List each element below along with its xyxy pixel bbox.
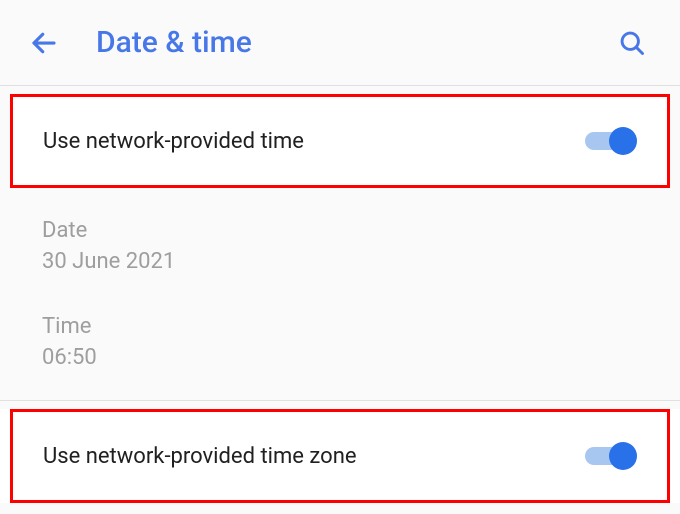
toggle-thumb <box>609 442 637 470</box>
network-time-label: Use network-provided time <box>43 129 304 154</box>
time-section: Time 06:50 <box>0 284 680 380</box>
time-value: 06:50 <box>42 345 650 370</box>
search-icon[interactable] <box>612 23 652 63</box>
toggle-thumb <box>609 127 637 155</box>
network-timezone-label: Use network-provided time zone <box>43 444 357 469</box>
back-icon[interactable] <box>24 23 64 63</box>
network-timezone-toggle[interactable] <box>585 442 637 470</box>
date-label: Date <box>42 218 650 243</box>
content-area: Use network-provided time Date 30 June 2… <box>0 94 680 503</box>
date-section: Date 30 June 2021 <box>0 188 680 284</box>
app-header: Date & time <box>0 0 680 86</box>
date-value: 30 June 2021 <box>42 249 650 274</box>
network-time-setting[interactable]: Use network-provided time <box>10 94 670 188</box>
page-title: Date & time <box>96 25 612 60</box>
section-divider <box>0 400 680 401</box>
network-time-toggle[interactable] <box>585 127 637 155</box>
time-label: Time <box>42 314 650 339</box>
network-timezone-setting[interactable]: Use network-provided time zone <box>10 409 670 503</box>
